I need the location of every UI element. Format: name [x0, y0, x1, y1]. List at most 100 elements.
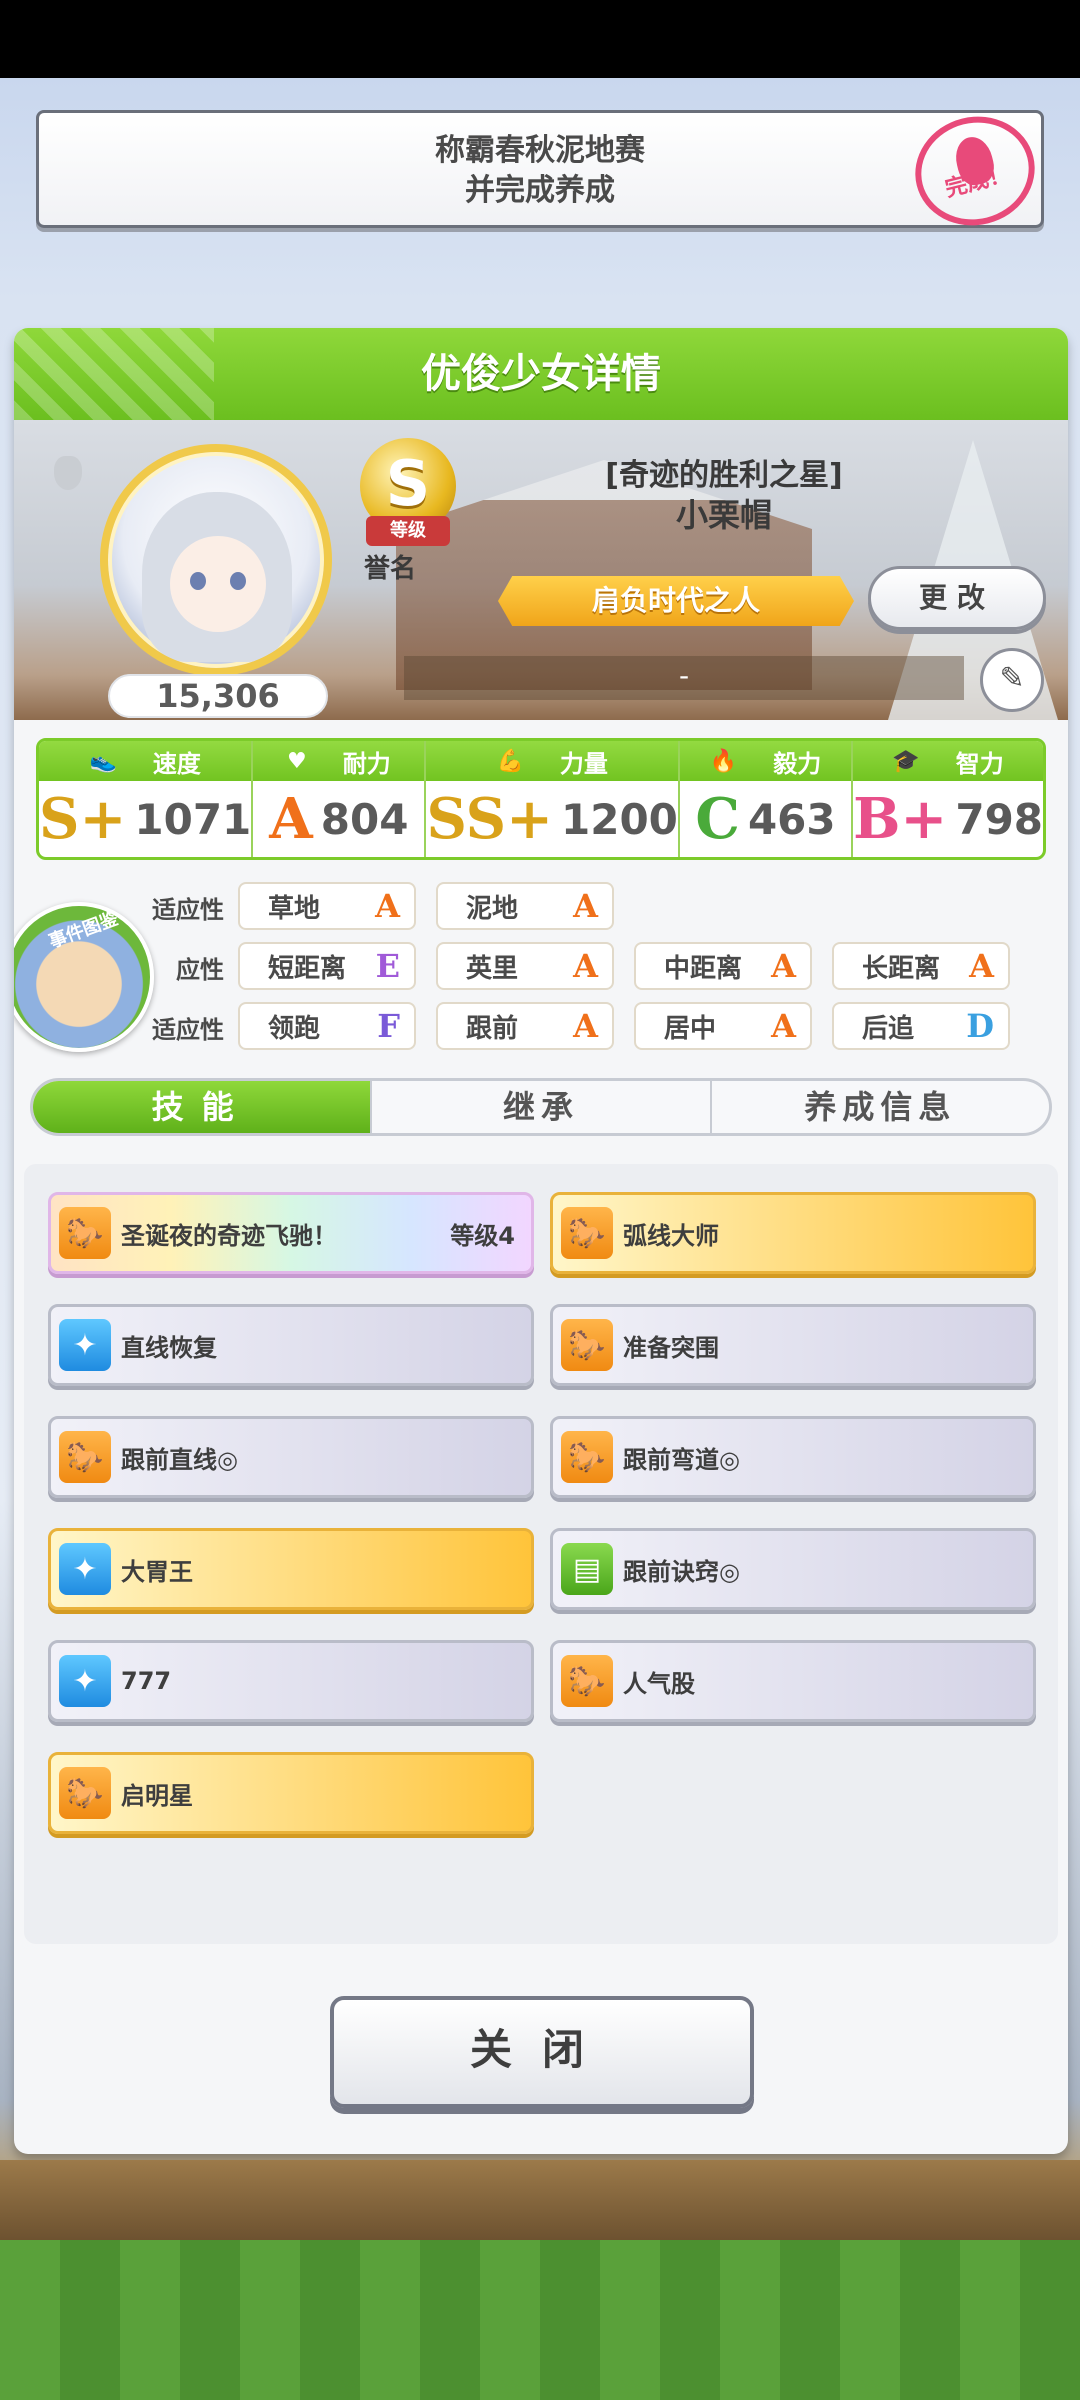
rank-label: 等级: [366, 516, 450, 546]
horse-icon: 🐎: [561, 1319, 613, 1371]
stat-0: 👟 速度 S+ 1071: [39, 741, 254, 857]
aptitude-name: 草地: [268, 893, 321, 924]
skill-item[interactable]: 🐎 人气股: [550, 1640, 1036, 1722]
skill-name: 777: [121, 1667, 172, 1695]
stat-header: ♥ 耐力: [253, 741, 425, 781]
aptitude-grade: A: [573, 887, 598, 925]
skill-name: 大胃王: [121, 1557, 193, 1586]
background-grass: [0, 2240, 1080, 2400]
aptitude-grade: A: [375, 887, 400, 925]
sparkle-icon: ✦: [59, 1319, 111, 1371]
skill-name: 跟前直线◎: [121, 1445, 238, 1474]
avatar[interactable]: [100, 444, 332, 676]
aptitude-row: 适应性 草地 A 泥地 A: [14, 882, 1068, 932]
panel-title: 优俊少女详情: [421, 351, 661, 397]
skill-name: 圣诞夜的奇迹飞驰！: [121, 1221, 337, 1250]
skills-list: 🐎 圣诞夜的奇迹飞驰！ 等级4 🐎 弧线大师 ✦ 直线恢复 🐎 准备突围 🐎 跟前直线◎ 🐎 跟前弯道◎…: [24, 1164, 1058, 1944]
stat-label: 智力: [955, 749, 1004, 778]
stat-value: 1071: [134, 794, 252, 844]
skill-item[interactable]: 🐎 弧线大师: [550, 1192, 1036, 1274]
stat-4: 🎓 智力 B+ 798: [853, 741, 1043, 857]
stat-2: 💪 力量 SS+ 1200: [426, 741, 680, 857]
carrot-icon: [54, 456, 82, 490]
horse-icon: 🐎: [561, 1431, 613, 1483]
pencil-icon[interactable]: ✎: [980, 648, 1044, 712]
stat-header: 🎓 智力: [853, 741, 1043, 781]
aptitude-name: 领跑: [268, 1013, 321, 1044]
stat-value: 804: [320, 794, 409, 844]
stat-label: 耐力: [342, 749, 391, 778]
stat-body: B+ 798: [853, 781, 1043, 857]
panel-header: 优俊少女详情: [14, 328, 1068, 420]
aptitude-name: 中距离: [664, 953, 743, 984]
aptitude-grade: E: [375, 947, 400, 985]
aptitude-grade: A: [573, 1007, 598, 1045]
aptitude-item: 英里 A: [436, 942, 614, 990]
change-title-button[interactable]: 更改: [868, 566, 1046, 630]
objective-banner: 称霸春秋泥地赛 并完成养成 完成！: [36, 104, 1047, 238]
aptitude-item: 长距离 A: [832, 942, 1010, 990]
horse-icon: 🐎: [59, 1207, 111, 1259]
horse-icon: 🐎: [561, 1655, 613, 1707]
aptitude-grade: A: [771, 1007, 796, 1045]
aptitude-item: 草地 A: [238, 882, 416, 930]
stat-label: 速度: [152, 749, 201, 778]
skill-item[interactable]: ✦ 777: [48, 1640, 534, 1722]
tab-2[interactable]: 养成信息: [712, 1081, 1049, 1133]
sparkle-icon: ✦: [59, 1543, 111, 1595]
skill-item[interactable]: 🐎 跟前弯道◎: [550, 1416, 1036, 1498]
aptitude-name: 短距离: [268, 953, 347, 984]
skill-item[interactable]: ▤ 跟前诀窍◎: [550, 1528, 1036, 1610]
stat-body: S+ 1071: [39, 781, 251, 857]
complete-stamp: 完成！: [903, 104, 1047, 238]
character-name: 小栗帽: [675, 496, 772, 534]
stat-grade: C: [695, 786, 740, 852]
skill-item[interactable]: 🐎 跟前直线◎: [48, 1416, 534, 1498]
skill-name: 准备突围: [623, 1333, 719, 1362]
aptitude-row: 应性 短距离 E 英里 A 中距离 A 长距离 A: [14, 942, 1068, 992]
stat-value: 798: [955, 794, 1044, 844]
horse-icon: 🐎: [59, 1767, 111, 1819]
skill-item[interactable]: 🐎 圣诞夜的奇迹飞驰！ 等级4: [48, 1192, 534, 1274]
skill-name: 弧线大师: [623, 1221, 719, 1250]
stat-label: 毅力: [773, 749, 822, 778]
skill-level: 等级4: [450, 1221, 515, 1250]
aptitude-name: 长距离: [862, 953, 941, 984]
tab-0[interactable]: 技能: [33, 1081, 373, 1133]
skill-name: 启明星: [121, 1781, 193, 1810]
aptitude-name: 泥地: [466, 893, 519, 924]
book-icon: ▤: [561, 1543, 613, 1595]
close-button[interactable]: 关闭: [330, 1996, 754, 2108]
stat-3: 🔥 毅力 C 463: [679, 741, 854, 857]
banner-line-2: 并完成养成: [465, 173, 615, 208]
aptitude-name: 居中: [664, 1013, 717, 1044]
avatar-face: [170, 536, 266, 632]
avatar-right-eye: [230, 572, 246, 590]
aptitude-grade: F: [377, 1007, 400, 1045]
skill-item[interactable]: 🐎 准备突围: [550, 1304, 1036, 1386]
skill-item[interactable]: ✦ 直线恢复: [48, 1304, 534, 1386]
horse-icon: 🐎: [59, 1431, 111, 1483]
stat-body: A 804: [253, 781, 424, 857]
aptitude-row: 适应性 领跑 F 跟前 A 居中 A 后追 D: [14, 1002, 1068, 1052]
aptitude-name: 后追: [862, 1013, 915, 1044]
shoe-icon: 👟: [89, 748, 117, 774]
aptitude-name: 跟前: [466, 1013, 519, 1044]
aptitude-item: 后追 D: [832, 1002, 1010, 1050]
skill-item[interactable]: ✦ 大胃王: [48, 1528, 534, 1610]
banner-line-1: 称霸春秋泥地赛: [435, 133, 645, 168]
flame-icon: 🔥: [709, 748, 738, 774]
umamusume-detail-panel: 优俊少女详情 15,306 S 等级 誉名 [奇迹的胜利之星] 小栗帽 肩负时代…: [14, 328, 1068, 2154]
title-ribbon: 肩负时代之人: [498, 576, 854, 626]
header-decoration: [14, 328, 214, 420]
honor-label: 誉名: [364, 554, 417, 584]
profile-hero: 15,306 S 等级 誉名 [奇迹的胜利之星] 小栗帽 肩负时代之人 更改 -…: [14, 420, 1068, 720]
sparkle-icon: ✦: [59, 1655, 111, 1707]
aptitude-item: 领跑 F: [238, 1002, 416, 1050]
aptitude-item: 居中 A: [634, 1002, 812, 1050]
stat-body: SS+ 1200: [426, 781, 677, 857]
fan-count: 15,306: [108, 674, 328, 718]
tab-1[interactable]: 继承: [372, 1081, 712, 1133]
aptitude-item: 泥地 A: [436, 882, 614, 930]
skill-item[interactable]: 🐎 启明星: [48, 1752, 534, 1834]
